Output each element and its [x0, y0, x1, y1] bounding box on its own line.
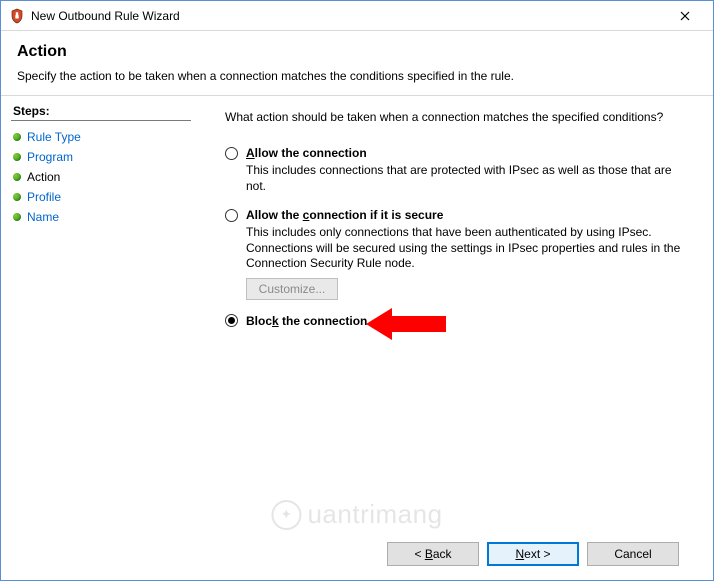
close-button[interactable]	[665, 2, 705, 30]
next-u: N	[515, 547, 524, 561]
next-post: ext >	[524, 547, 550, 561]
main-panel: What action should be taken when a conne…	[199, 96, 713, 580]
app-icon	[9, 8, 25, 24]
option-row-allow[interactable]: Allow the connection	[225, 146, 693, 160]
option-desc-allow-secure: This includes only connections that have…	[225, 225, 693, 272]
steps-underline	[11, 120, 191, 121]
body-area: Steps: Rule Type Program Action Profile Name…	[1, 96, 713, 580]
step-bullet-icon	[13, 133, 21, 141]
option-block: Block the connection	[225, 314, 693, 328]
page-subtitle: Specify the action to be taken when a co…	[17, 69, 697, 83]
radio-allow-secure[interactable]	[225, 209, 238, 222]
titlebar: New Outbound Rule Wizard	[1, 1, 713, 31]
wizard-window: New Outbound Rule Wizard Action Specify …	[0, 0, 714, 581]
steps-list: Rule Type Program Action Profile Name	[11, 127, 199, 227]
step-profile[interactable]: Profile	[11, 187, 199, 207]
option-label-block: Block the connection	[246, 314, 367, 328]
back-post: ack	[433, 547, 452, 561]
step-rule-type[interactable]: Rule Type	[11, 127, 199, 147]
header-area: Action Specify the action to be taken wh…	[1, 31, 713, 95]
action-prompt: What action should be taken when a conne…	[225, 110, 693, 124]
footer-buttons: < Back Next > Cancel	[225, 532, 693, 580]
step-label: Rule Type	[27, 130, 81, 144]
options-container: Allow the connection This includes connec…	[225, 146, 693, 342]
option-allow-secure: Allow the connection if it is secure This…	[225, 208, 693, 300]
steps-panel: Steps: Rule Type Program Action Profile Name	[1, 96, 199, 580]
customize-button: Customize...	[246, 278, 338, 300]
option-row-block[interactable]: Block the connection	[225, 314, 693, 328]
step-bullet-icon	[13, 213, 21, 221]
back-u: B	[425, 547, 433, 561]
back-button[interactable]: < Back	[387, 542, 479, 566]
back-pre: <	[414, 547, 424, 561]
step-program[interactable]: Program	[11, 147, 199, 167]
step-label: Profile	[27, 190, 61, 204]
step-bullet-icon	[13, 193, 21, 201]
option-row-allow-secure[interactable]: Allow the connection if it is secure	[225, 208, 693, 222]
next-button[interactable]: Next >	[487, 542, 579, 566]
step-label: Program	[27, 150, 73, 164]
customize-row: Customize...	[225, 278, 693, 300]
step-bullet-icon	[13, 173, 21, 181]
step-label: Action	[27, 170, 60, 184]
step-bullet-icon	[13, 153, 21, 161]
page-heading: Action	[17, 43, 697, 61]
option-allow: Allow the connection This includes connec…	[225, 146, 693, 194]
radio-block[interactable]	[225, 314, 238, 327]
step-name[interactable]: Name	[11, 207, 199, 227]
cancel-button[interactable]: Cancel	[587, 542, 679, 566]
option-desc-allow: This includes connections that are prote…	[225, 163, 693, 194]
window-title: New Outbound Rule Wizard	[31, 9, 665, 23]
option-label-allow: Allow the connection	[246, 146, 367, 160]
radio-allow[interactable]	[225, 147, 238, 160]
steps-title: Steps:	[11, 104, 199, 118]
step-action[interactable]: Action	[11, 167, 199, 187]
option-label-allow-secure: Allow the connection if it is secure	[246, 208, 443, 222]
step-label: Name	[27, 210, 59, 224]
